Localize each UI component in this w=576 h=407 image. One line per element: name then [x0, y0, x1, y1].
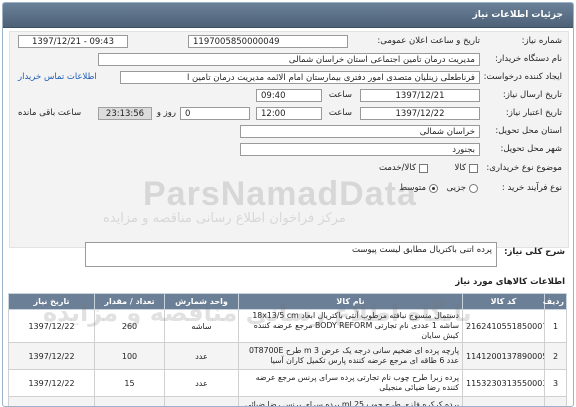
- watermark-logo-text: ParsNamadData: [143, 175, 417, 213]
- send-time-label: ساعت: [328, 90, 352, 100]
- remaining-label: ساعت باقی مانده: [18, 108, 82, 118]
- need-details-panel: جزئیات اطلاعات نیاز شماره نیاز: 11970058…: [2, 2, 574, 407]
- table-row[interactable]: 4 1153230313550003 پرده کرکره فلزی طرح چ…: [8, 396, 567, 406]
- summary-field: پرده اتنی باکتریال مطابق لیست پیوست: [85, 242, 497, 267]
- watermark-footer: پایگاه اطلاع رسانی مناقصه و مزایده: [43, 299, 472, 327]
- deadline-time-field: 12:00: [256, 107, 322, 120]
- type-option-goods-service[interactable]: کالا/خدمت: [379, 163, 428, 173]
- buyer-contact-link[interactable]: اطلاعات تماس خریدار: [18, 72, 97, 82]
- creator-label: ایجاد کننده درخواست:: [483, 72, 562, 82]
- remaining-timer: 23:13:56: [98, 107, 152, 120]
- radio-selected-icon: [429, 183, 438, 193]
- need-number-field: 1197005850000049: [188, 35, 348, 48]
- buyer-org-field: مدیریت درمان تامین اجتماعی استان خراسان …: [98, 53, 480, 66]
- need-number-label: شماره نیاز:: [521, 36, 562, 46]
- item-code: 1153230313550003: [462, 396, 545, 406]
- item-date: 1397/12/22: [8, 342, 95, 370]
- col-code: کد کالا: [462, 293, 545, 310]
- goods-section-title: اطلاعات کالاهای مورد نیاز: [455, 277, 565, 287]
- item-unit: عدد: [164, 369, 239, 397]
- deadline-time-label: ساعت: [328, 108, 352, 118]
- process-option-minor[interactable]: جزیی: [447, 183, 478, 193]
- item-qty: 15: [94, 396, 165, 406]
- buyer-org-label: نام دستگاه خریدار:: [495, 54, 562, 64]
- checkbox-icon: [419, 163, 428, 173]
- item-date: 1397/12/22: [8, 369, 95, 397]
- item-unit: عدد: [164, 396, 239, 406]
- province-field: خراسان شمالی: [240, 125, 480, 138]
- watermark-subtitle: مرکز فراخوان اطلاع رسانی مناقصه و مزایده: [103, 211, 346, 226]
- days-field: 0: [180, 107, 250, 120]
- province-label: استان محل تحویل:: [495, 126, 562, 136]
- item-code: 2162410551850007: [462, 309, 545, 343]
- summary-label: شرح کلی نیاز:: [504, 247, 565, 257]
- item-qty: 100: [94, 342, 165, 370]
- col-row: ردیف: [543, 293, 567, 310]
- item-name: پرده زبرا طرح چوب نام تجارتی پرده سرای پ…: [238, 369, 463, 397]
- send-time-field: 09:40: [256, 89, 322, 102]
- type-option-goods[interactable]: کالا: [455, 163, 478, 173]
- item-code: 1141200137890005: [462, 342, 545, 370]
- checkbox-icon: [469, 163, 478, 173]
- creator-field: فرناطعلی زینلیان متصدی امور دفتری بیمارس…: [120, 71, 480, 84]
- send-date-label: تاریخ ارسال نیاز:: [502, 90, 562, 100]
- purchase-type-label: موضوع نوع خریداری:: [486, 163, 562, 173]
- days-label: روز و: [156, 108, 176, 118]
- deadline-label: تاریخ اعتبار نیاز:: [505, 108, 562, 118]
- deadline-date-field: 1397/12/22: [360, 107, 480, 120]
- item-name: پارچه پرده ای ضخیم سانی درجه یک عرض 3 m …: [238, 342, 463, 370]
- send-date-field: 1397/12/21: [360, 89, 480, 102]
- city-field: بجنورد: [240, 143, 480, 156]
- item-code: 1153230313550003: [462, 369, 545, 397]
- item-qty: 15: [94, 369, 165, 397]
- panel-title: جزئیات اطلاعات نیاز: [3, 3, 573, 28]
- row-number: 1: [544, 309, 567, 343]
- row-number: 3: [544, 369, 567, 397]
- radio-icon: [469, 183, 478, 193]
- process-type-label: نوع فرآیند خرید :: [501, 183, 562, 193]
- item-name: پرده کرکره فلزی طرح چوب 25 ml پرده سرای …: [238, 396, 463, 406]
- announce-field: 1397/12/21 - 09:43: [18, 35, 128, 48]
- row-number: 2: [544, 342, 567, 370]
- table-row[interactable]: 2 1141200137890005 پارچه پرده ای ضخیم سا…: [8, 342, 567, 370]
- announce-label: تاریخ و ساعت اعلان عمومی:: [377, 36, 480, 46]
- row-number: 4: [544, 396, 567, 406]
- item-date: 1397/12/22: [8, 396, 95, 406]
- city-label: شهر محل تحویل:: [500, 144, 562, 154]
- table-row[interactable]: 3 1153230313550003 پرده زبرا طرح چوب نام…: [8, 369, 567, 397]
- item-unit: عدد: [164, 342, 239, 370]
